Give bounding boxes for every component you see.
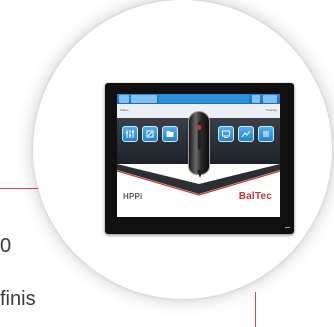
chart-button[interactable] [238,126,254,142]
tool-indicator-light [198,125,201,130]
settings-button[interactable] [122,126,138,142]
hmi-screen: Status Tuesday HPPi BalTec [117,94,280,217]
background-text-fragment-1: 0 [0,235,12,257]
red-divider-vertical [255,292,256,327]
product-photo-circle: Status Tuesday HPPi BalTec [33,0,332,299]
screen-button[interactable] [218,126,234,142]
wrench-button[interactable] [142,126,158,142]
settings-icon [126,130,134,138]
wrench-icon [146,130,154,138]
baltec-logo: BalTec [238,191,272,202]
info-button[interactable] [252,95,260,103]
list-button[interactable] [258,126,274,142]
hmi-panel: Status Tuesday HPPi BalTec [105,83,294,234]
title-field [131,95,157,103]
status-right-label: Tuesday [265,108,277,112]
list-icon [263,131,269,137]
chart-icon [241,130,251,138]
page: 0 finis Status Tuesday HPPi BalTec [0,0,334,327]
hmi-top-bar [117,94,280,104]
hppi-logo: HPPi [123,192,143,201]
status-field [159,95,249,103]
status-left-label: Status [120,108,129,112]
user-button[interactable] [263,95,277,103]
folder-button[interactable] [162,126,178,142]
power-indicator [285,227,290,228]
background-text-fragment-2: finis [0,288,36,310]
screen-icon [222,130,230,138]
menu-button[interactable] [119,95,129,103]
riveting-tool-graphic [188,111,210,178]
folder-icon [166,131,174,137]
